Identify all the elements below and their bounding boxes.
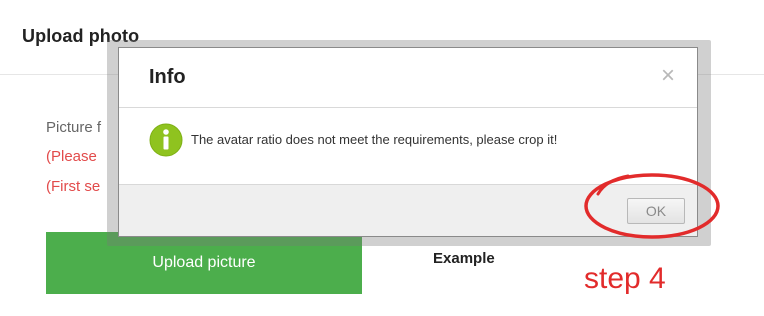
step-label: step 4 bbox=[584, 262, 666, 295]
note-text-2: (First se bbox=[46, 178, 101, 195]
dialog-header: Info × bbox=[119, 48, 697, 108]
dialog-title: Info bbox=[149, 66, 186, 88]
picture-requirements-text: Picture f bbox=[46, 119, 102, 136]
example-label: Example bbox=[433, 250, 495, 267]
step-highlight-circle bbox=[584, 173, 720, 239]
close-icon[interactable]: × bbox=[657, 64, 679, 88]
info-icon bbox=[149, 123, 183, 157]
dialog-message: The avatar ratio does not meet the requi… bbox=[191, 132, 558, 147]
note-text-1: (Please bbox=[46, 148, 97, 165]
